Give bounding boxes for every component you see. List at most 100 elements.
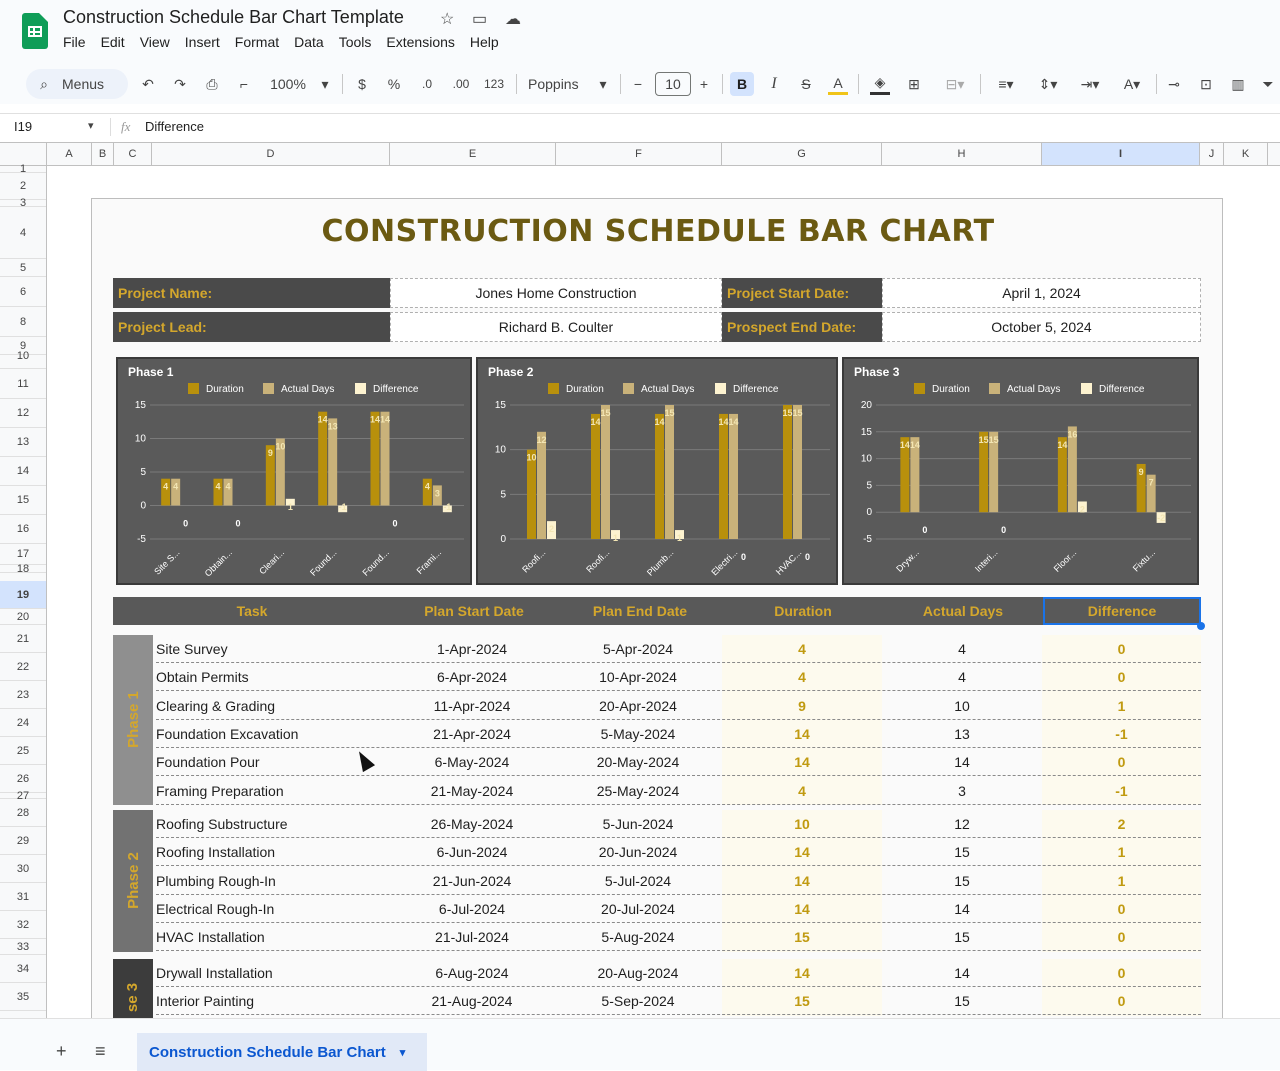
menu-data[interactable]: Data <box>294 34 324 50</box>
table-row[interactable]: HVAC Installation21-Jul-20245-Aug-202415… <box>156 923 1201 951</box>
column-header[interactable]: D <box>152 143 390 165</box>
table-row[interactable]: Obtain Permits6-Apr-202410-Apr-2024440 <box>156 663 1201 691</box>
column-header[interactable]: I <box>1042 143 1200 165</box>
column-header[interactable]: G <box>722 143 882 165</box>
row-header[interactable]: 18 <box>0 565 46 573</box>
table-row[interactable]: Roofing Installation6-Jun-202420-Jun-202… <box>156 838 1201 866</box>
row-header[interactable]: 8 <box>0 307 46 337</box>
number-format-button[interactable]: 123 <box>482 73 506 95</box>
phase-3-chart[interactable]: Phase 3DurationActual DaysDifference-505… <box>842 357 1199 585</box>
header-difference[interactable]: Difference <box>1043 597 1201 625</box>
table-row[interactable]: Electrical Rough-In6-Jul-202420-Jul-2024… <box>156 895 1201 923</box>
select-all-corner[interactable] <box>0 143 47 165</box>
row-header[interactable]: 34 <box>0 955 46 983</box>
menu-help[interactable]: Help <box>470 34 499 50</box>
row-header[interactable]: 30 <box>0 855 46 883</box>
menu-edit[interactable]: Edit <box>101 34 125 50</box>
decrease-decimal-button[interactable]: .0 <box>416 73 438 95</box>
redo-icon[interactable]: ↷ <box>170 73 190 95</box>
decrease-font-size-icon[interactable]: − <box>630 73 646 95</box>
cloud-status-icon[interactable]: ☁ <box>505 9 521 29</box>
column-header[interactable]: C <box>114 143 152 165</box>
document-title[interactable]: Construction Schedule Bar Chart Template <box>63 7 404 28</box>
chevron-down-icon[interactable]: ▾ <box>88 119 94 132</box>
font-size-input[interactable]: 10 <box>655 72 691 96</box>
table-row[interactable]: Site Survey1-Apr-20245-Apr-2024440 <box>156 635 1201 663</box>
row-header[interactable]: 22 <box>0 653 46 681</box>
sheet-grid[interactable]: CONSTRUCTION SCHEDULE BAR CHART Project … <box>47 166 1280 1018</box>
font-select[interactable]: Poppins <box>528 73 588 95</box>
row-header[interactable]: 12 <box>0 398 46 428</box>
sheets-logo-icon[interactable] <box>22 13 48 49</box>
paint-format-icon[interactable]: ⌐ <box>234 73 254 95</box>
chevron-down-icon[interactable]: ▾ <box>318 73 332 95</box>
table-row[interactable]: Clearing & Grading11-Apr-202420-Apr-2024… <box>156 692 1201 720</box>
project-lead-value[interactable]: Richard B. Coulter <box>390 312 722 342</box>
fill-color-icon[interactable]: ◈ <box>870 73 890 95</box>
zoom-select[interactable]: 100% <box>266 73 310 95</box>
row-header[interactable]: 31 <box>0 883 46 911</box>
percent-button[interactable]: % <box>386 73 402 95</box>
column-header[interactable]: E <box>390 143 556 165</box>
menu-insert[interactable]: Insert <box>185 34 220 50</box>
text-color-button[interactable]: A <box>828 73 848 95</box>
table-row[interactable]: Plumbing Rough-In21-Jun-20245-Jul-202414… <box>156 867 1201 895</box>
insert-comment-icon[interactable]: ⊡ <box>1196 73 1216 95</box>
table-row[interactable]: Foundation Excavation21-Apr-20245-May-20… <box>156 720 1201 748</box>
row-header[interactable]: 33 <box>0 939 46 955</box>
row-header[interactable]: 2 <box>0 173 46 200</box>
insert-chart-icon[interactable]: ▥ <box>1228 73 1248 95</box>
increase-decimal-button[interactable]: .00 <box>448 73 474 95</box>
formula-input[interactable]: Difference <box>145 119 204 134</box>
column-header[interactable]: B <box>92 143 114 165</box>
row-header[interactable]: 1 <box>0 166 46 173</box>
menu-extensions[interactable]: Extensions <box>386 34 454 50</box>
phase-1-chart[interactable]: Phase 1DurationActual DaysDifference-505… <box>116 357 472 585</box>
currency-button[interactable]: $ <box>354 73 370 95</box>
row-header[interactable]: 16 <box>0 514 46 544</box>
table-row[interactable]: Drywall Installation6-Aug-202420-Aug-202… <box>156 959 1201 987</box>
row-header[interactable]: 5 <box>0 259 46 277</box>
table-row[interactable]: Framing Preparation21-May-202425-May-202… <box>156 777 1201 805</box>
vertical-align-icon[interactable]: ⇕▾ <box>1030 73 1066 95</box>
row-header[interactable]: 11 <box>0 369 46 399</box>
row-header[interactable]: 35 <box>0 983 46 1011</box>
filter-icon[interactable]: ⏷ <box>1260 73 1276 95</box>
print-icon[interactable]: ⎙ <box>202 73 222 95</box>
row-header[interactable]: 4 <box>0 207 46 259</box>
menu-file[interactable]: File <box>63 34 86 50</box>
all-sheets-icon[interactable]: ≡ <box>95 1041 106 1062</box>
insert-link-icon[interactable]: ⊸ <box>1164 73 1184 95</box>
menu-format[interactable]: Format <box>235 34 279 50</box>
table-row[interactable]: Roofing Substructure26-May-20245-Jun-202… <box>156 810 1201 838</box>
phase-2-chart[interactable]: Phase 2DurationActual DaysDifference0510… <box>476 357 838 585</box>
horizontal-align-icon[interactable]: ≡▾ <box>988 73 1024 95</box>
end-date-value[interactable]: October 5, 2024 <box>882 312 1201 342</box>
bold-button[interactable]: B <box>730 72 754 96</box>
borders-icon[interactable]: ⊞ <box>904 73 924 95</box>
table-row[interactable]: Interior Painting21-Aug-20245-Sep-202415… <box>156 987 1201 1015</box>
text-wrap-icon[interactable]: ⇥▾ <box>1072 73 1108 95</box>
row-header[interactable]: 23 <box>0 681 46 709</box>
row-header[interactable]: 14 <box>0 456 46 486</box>
start-date-value[interactable]: April 1, 2024 <box>882 278 1201 308</box>
star-icon[interactable]: ☆ <box>440 9 454 29</box>
italic-button[interactable]: I <box>764 73 784 95</box>
chevron-down-icon[interactable]: ▾ <box>400 1046 406 1059</box>
row-header[interactable]: 21 <box>0 625 46 653</box>
column-header[interactable]: F <box>556 143 722 165</box>
row-header[interactable]: 25 <box>0 737 46 765</box>
move-folder-icon[interactable]: ▭ <box>472 9 487 29</box>
column-header[interactable]: H <box>882 143 1042 165</box>
chevron-down-icon[interactable]: ▾ <box>596 73 610 95</box>
selection-handle[interactable] <box>1197 622 1205 630</box>
row-header[interactable]: 10 <box>0 343 46 369</box>
undo-icon[interactable]: ↶ <box>138 73 158 95</box>
column-header[interactable]: A <box>47 143 92 165</box>
merge-cells-icon[interactable]: ⊟▾ <box>938 73 972 95</box>
increase-font-size-icon[interactable]: + <box>696 73 712 95</box>
row-header[interactable]: 6 <box>0 277 46 307</box>
add-sheet-icon[interactable]: + <box>56 1041 67 1062</box>
row-header[interactable]: 28 <box>0 799 46 827</box>
row-header[interactable]: 19 <box>0 581 46 609</box>
